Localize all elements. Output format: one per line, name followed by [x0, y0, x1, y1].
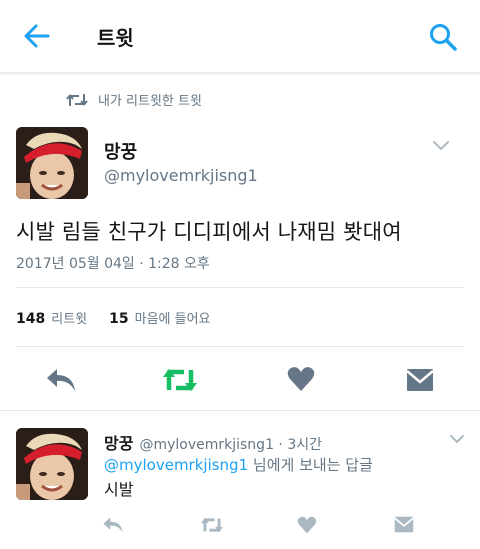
avatar-image — [16, 127, 88, 199]
divider — [0, 410, 480, 411]
message-icon[interactable] — [406, 368, 434, 392]
message-icon[interactable] — [394, 516, 414, 533]
top-bar: 트윗 — [0, 0, 480, 73]
retweet-context: 내가 리트윗한 트윗 — [66, 90, 202, 109]
reply-to-suffix: 님에게 보내는 답글 — [248, 456, 373, 474]
tweet-text: 시발 림들 친구가 디디피에서 나재밈 봣대여 — [16, 220, 402, 244]
like-stat[interactable]: 15 마음에 들어요 — [109, 308, 210, 327]
heart-icon[interactable] — [297, 516, 317, 534]
tweet-stats: 148 리트윗 15 마음에 들어요 — [16, 308, 211, 327]
chevron-down-icon[interactable] — [449, 434, 465, 445]
user-handle[interactable]: @mylovemrkjisng1 — [104, 166, 258, 185]
page-title: 트윗 — [97, 26, 134, 50]
tweet-timestamp: 2017년 05월 04일 · 1:28 오후 — [16, 256, 210, 272]
avatar[interactable] — [16, 127, 88, 199]
display-name[interactable]: 망꿍 — [104, 138, 137, 164]
avatar-image — [16, 428, 88, 500]
reply-to-mention[interactable]: @mylovemrkjisng1 — [104, 456, 248, 474]
reply-meta: @mylovemrkjisng1 · 3시간 — [139, 437, 322, 453]
search-icon[interactable] — [428, 22, 458, 52]
avatar[interactable] — [16, 428, 88, 500]
retweet-context-label: 내가 리트윗한 트윗 — [98, 94, 202, 109]
reply-display-name[interactable]: 망꿍 — [104, 434, 133, 453]
reply-to-line: @mylovemrkjisng1 님에게 보내는 답글 — [104, 454, 373, 475]
heart-icon[interactable] — [287, 366, 315, 392]
reply-icon[interactable] — [102, 516, 124, 534]
retweet-icon — [66, 93, 88, 106]
reply-icon[interactable] — [45, 367, 77, 393]
retweet-stat[interactable]: 148 리트윗 — [16, 308, 87, 327]
chevron-down-icon[interactable] — [432, 140, 450, 152]
divider — [16, 346, 464, 347]
retweet-icon[interactable] — [162, 366, 198, 394]
retweet-icon[interactable] — [200, 516, 224, 534]
arrow-left-icon[interactable] — [22, 22, 52, 50]
divider — [16, 287, 464, 288]
reply-header: 망꿍 @mylovemrkjisng1 · 3시간 — [104, 430, 322, 454]
reply-text: 시발 — [104, 480, 134, 499]
